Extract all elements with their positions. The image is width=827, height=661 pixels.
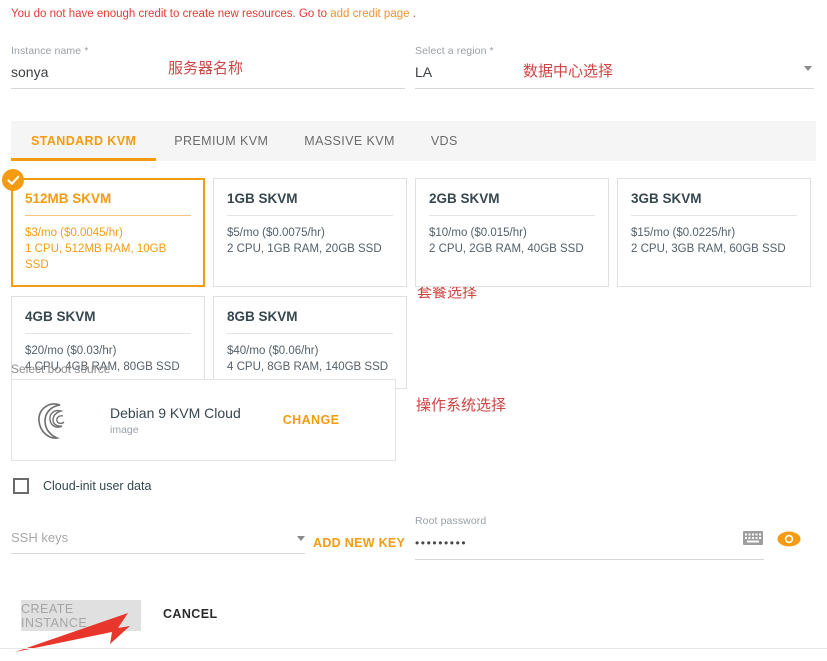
annotation-instance-name: 服务器名称 [168,57,243,78]
plan-spec: 1 CPU, 512MB RAM, 10GB SSD [25,241,191,273]
boot-source-name: Debian 9 KVM Cloud [110,404,241,423]
create-instance-button[interactable]: CREATE INSTANCE [21,600,141,631]
plan-price: $20/mo ($0.03/hr) [25,343,191,359]
plan-title: 8GB SKVM [227,309,393,334]
plan-card[interactable]: 512MB SKVM $3/mo ($0.0045/hr)1 CPU, 512MB… [11,178,205,287]
instance-name-underline [11,88,405,89]
credit-alert-period: . [413,8,416,20]
plan-spec: 4 CPU, 8GB RAM, 140GB SSD [227,359,393,375]
plan-title: 3GB SKVM [631,191,797,216]
region-underline [415,88,814,89]
boot-source-subtitle: image [110,423,241,437]
check-icon [2,169,24,191]
root-password-field[interactable]: Root password ••••••••• [415,514,764,560]
cloud-init-label: Cloud-init user data [43,479,151,493]
plan-card[interactable]: 2GB SKVM $10/mo ($0.015/hr)2 CPU, 2GB RAM… [415,178,609,287]
region-label: Select a region * [415,44,814,58]
change-boot-source-button[interactable]: CHANGE [283,413,340,427]
chevron-down-icon[interactable] [297,536,305,541]
root-password-label: Root password [415,514,764,528]
tab-vds[interactable]: VDS [413,121,476,161]
add-new-key-button[interactable]: ADD NEW KEY [313,536,405,550]
region-value[interactable]: LA [415,58,814,83]
plan-title: 1GB SKVM [227,191,393,216]
plan-card[interactable]: 3GB SKVM $15/mo ($0.0225/hr)2 CPU, 3GB RA… [617,178,811,287]
boot-source-text: Debian 9 KVM Cloud image [110,404,241,437]
cloud-init-checkbox-row[interactable]: Cloud-init user data [13,478,151,494]
credit-alert: You do not have enough credit to create … [11,8,416,20]
plan-row: 512MB SKVM $3/mo ($0.0045/hr)1 CPU, 512MB… [11,178,816,287]
plan-price: $40/mo ($0.06/hr) [227,343,393,359]
plan-category-tabs: STANDARD KVMPREMIUM KVMMASSIVE KVMVDS [11,121,816,161]
debian-swirl-icon [26,395,82,445]
plan-price: $10/mo ($0.015/hr) [429,225,595,241]
region-select[interactable]: Select a region * LA [415,44,814,89]
root-password-input[interactable]: ••••••••• [415,528,764,554]
tab-massive-kvm[interactable]: MASSIVE KVM [286,121,413,161]
plan-price: $5/mo ($0.0075/hr) [227,225,393,241]
boot-source-box[interactable]: Debian 9 KVM Cloud image CHANGE [11,379,396,461]
plan-card[interactable]: 1GB SKVM $5/mo ($0.0075/hr)2 CPU, 1GB RAM… [213,178,407,287]
ssh-keys-input[interactable]: SSH keys [11,528,305,548]
tab-premium-kvm[interactable]: PREMIUM KVM [156,121,286,161]
plan-row: 4GB SKVM$20/mo ($0.03/hr)4 CPU, 4GB RAM,… [11,296,816,389]
eye-icon[interactable] [777,531,801,552]
plan-spec: 2 CPU, 2GB RAM, 40GB SSD [429,241,595,257]
boot-source-label: Select boot source [11,362,110,376]
credit-alert-text: You do not have enough credit to create … [11,8,327,20]
plan-price: $3/mo ($0.0045/hr) [25,225,191,241]
plan-card[interactable]: 8GB SKVM $40/mo ($0.06/hr)4 CPU, 8GB RAM,… [213,296,407,389]
cloud-init-checkbox[interactable] [13,478,29,494]
ssh-keys-underline [11,553,305,554]
tab-standard-kvm[interactable]: STANDARD KVM [11,121,156,161]
keyboard-icon[interactable] [743,531,763,545]
cancel-button[interactable]: CANCEL [163,607,217,621]
annotation-region: 数据中心选择 [523,60,613,81]
add-credit-page-link[interactable]: add credit page [330,8,409,20]
plan-spec: 2 CPU, 1GB RAM, 20GB SSD [227,241,393,257]
plan-card-grid: 512MB SKVM $3/mo ($0.0045/hr)1 CPU, 512MB… [11,178,816,398]
plan-title: 512MB SKVM [25,191,191,216]
plan-spec: 2 CPU, 3GB RAM, 60GB SSD [631,241,797,257]
plan-title: 2GB SKVM [429,191,595,216]
plan-price: $15/mo ($0.0225/hr) [631,225,797,241]
instance-name-label: Instance name * [11,44,405,58]
plan-title: 4GB SKVM [25,309,191,334]
footer-divider [0,648,827,649]
ssh-keys-select[interactable]: SSH keys [11,528,305,554]
chevron-down-icon[interactable] [804,66,812,71]
root-password-underline [415,559,764,560]
